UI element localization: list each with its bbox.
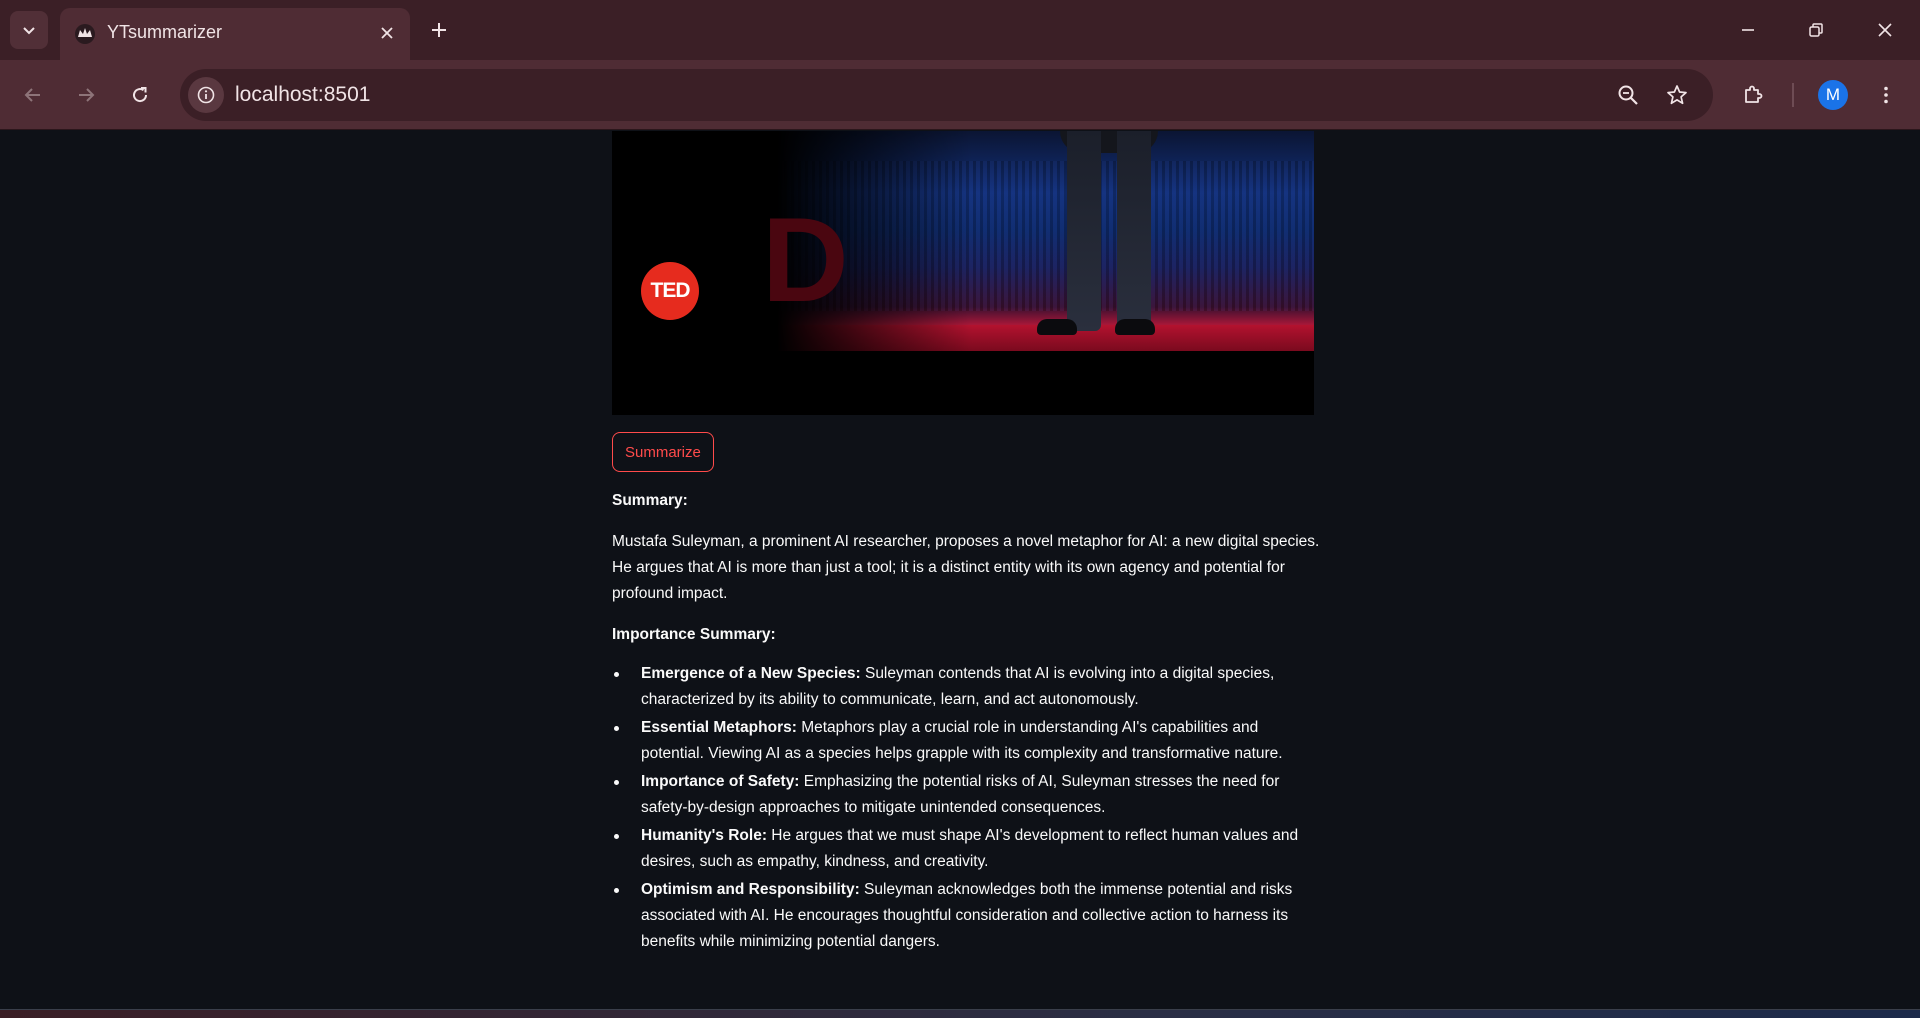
restore-icon bbox=[1809, 23, 1823, 37]
close-tab-button[interactable] bbox=[374, 20, 400, 46]
site-info-button[interactable] bbox=[188, 77, 224, 113]
bookmark-button[interactable] bbox=[1660, 78, 1694, 112]
video-thumbnail[interactable]: D TED bbox=[612, 131, 1314, 415]
url-text[interactable]: localhost:8501 bbox=[235, 83, 370, 107]
speaker-shoe-left bbox=[1037, 319, 1077, 335]
taskbar-strip bbox=[0, 1009, 1920, 1018]
close-icon bbox=[381, 27, 393, 39]
summarize-button[interactable]: Summarize bbox=[612, 432, 714, 472]
puzzle-icon bbox=[1745, 85, 1763, 103]
list-item: Essential Metaphors: Metaphors play a cr… bbox=[612, 715, 1322, 767]
minimize-icon bbox=[1742, 29, 1754, 31]
plus-icon bbox=[432, 23, 446, 37]
point-title: Essential Metaphors: bbox=[641, 719, 797, 736]
point-title: Importance of Safety: bbox=[641, 773, 800, 790]
close-window-button[interactable] bbox=[1865, 10, 1905, 50]
address-bar[interactable]: localhost:8501 bbox=[180, 69, 1713, 121]
point-title: Emergence of a New Species: bbox=[641, 665, 861, 682]
forward-button[interactable] bbox=[66, 75, 106, 115]
zoom-out-icon bbox=[1618, 85, 1638, 105]
list-item: Optimism and Responsibility: Suleyman ac… bbox=[612, 877, 1322, 955]
browser-menu-button[interactable] bbox=[1866, 75, 1906, 115]
summary-heading: Summary: bbox=[612, 492, 688, 509]
zoom-button[interactable] bbox=[1611, 78, 1645, 112]
star-icon bbox=[1667, 85, 1687, 105]
reload-button[interactable] bbox=[120, 75, 160, 115]
ted-stage-letter: D bbox=[762, 193, 849, 327]
speaker-shoe-right bbox=[1115, 319, 1155, 335]
info-icon bbox=[197, 86, 215, 104]
toolbar-divider bbox=[1792, 83, 1794, 107]
point-title: Optimism and Responsibility: bbox=[641, 881, 860, 898]
extensions-button[interactable] bbox=[1733, 75, 1773, 115]
app-main: D TED Summarize Summary: Mustafa Suleyma… bbox=[0, 131, 1920, 1009]
more-vertical-icon bbox=[1884, 86, 1888, 104]
restore-button[interactable] bbox=[1796, 10, 1836, 50]
new-tab-button[interactable] bbox=[422, 13, 456, 47]
importance-heading: Importance Summary: bbox=[612, 626, 776, 643]
chevron-down-icon bbox=[23, 27, 35, 35]
list-item: Humanity's Role: He argues that we must … bbox=[612, 823, 1322, 875]
tab-search-button[interactable] bbox=[10, 11, 48, 49]
importance-list: Emergence of a New Species: Suleyman con… bbox=[612, 661, 1322, 957]
point-title: Humanity's Role: bbox=[641, 827, 767, 844]
arrow-left-icon bbox=[24, 88, 40, 102]
content-bottom-border bbox=[0, 1009, 1920, 1010]
browser-tab[interactable]: YTsummarizer bbox=[60, 8, 410, 60]
tab-title: YTsummarizer bbox=[107, 22, 223, 42]
profile-avatar[interactable]: M bbox=[1818, 80, 1848, 110]
reload-icon bbox=[133, 87, 148, 103]
back-button[interactable] bbox=[13, 75, 53, 115]
speaker-leg-left bbox=[1067, 131, 1101, 331]
tab-strip: YTsummarizer bbox=[0, 0, 1920, 60]
list-item: Importance of Safety: Emphasizing the po… bbox=[612, 769, 1322, 821]
streamlit-crown-icon bbox=[75, 24, 95, 44]
list-item: Emergence of a New Species: Suleyman con… bbox=[612, 661, 1322, 713]
close-icon bbox=[1878, 23, 1892, 37]
arrow-right-icon bbox=[79, 88, 95, 102]
ted-logo: TED bbox=[641, 262, 699, 320]
minimize-button[interactable] bbox=[1728, 10, 1768, 50]
browser-toolbar: localhost:8501 M bbox=[0, 60, 1920, 130]
speaker-leg-right bbox=[1117, 131, 1151, 331]
summary-text: Mustafa Suleyman, a prominent AI researc… bbox=[612, 533, 1320, 602]
